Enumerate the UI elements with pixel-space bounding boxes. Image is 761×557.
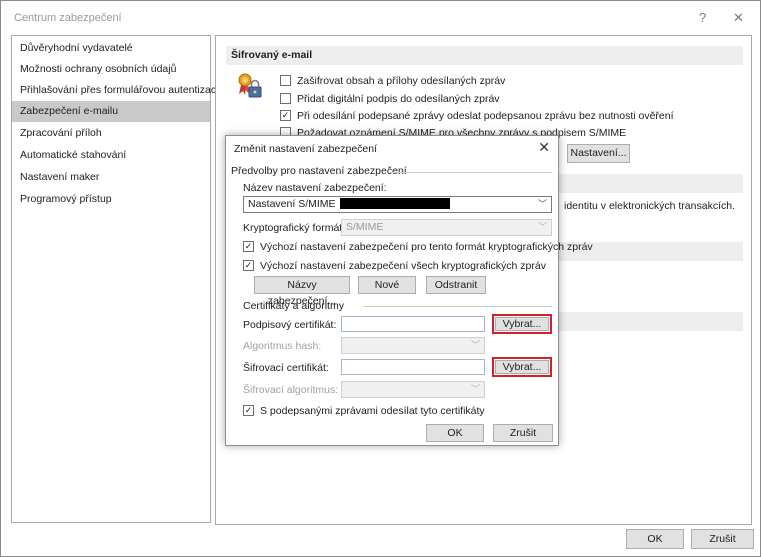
option-label: Zašifrovat obsah a přílohy odesílaných z… xyxy=(297,75,506,88)
encrypt-contents-checkbox[interactable] xyxy=(280,74,291,86)
signing-cert-field[interactable] xyxy=(341,316,485,332)
chevron-down-icon: ﹀ xyxy=(470,340,480,350)
sidebar-item-label: Zabezpečení e-mailu xyxy=(20,105,119,117)
encryption-algo-select: ﹀ xyxy=(341,381,485,398)
dialog-ok-button[interactable]: OK xyxy=(426,424,484,442)
dialog-close-icon[interactable]: ✕ xyxy=(538,139,550,156)
security-labels-button[interactable]: Názvy zabezpečení... xyxy=(254,276,350,307)
sidebar-item-email-security[interactable]: Zabezpečení e-mailu xyxy=(12,101,210,122)
sidebar-item-label: Zpracování příloh xyxy=(20,127,102,139)
chevron-down-icon: ﹀ xyxy=(537,222,547,232)
chevron-down-icon: ﹀ xyxy=(537,199,547,209)
chevron-down-icon: ﹀ xyxy=(470,384,480,394)
option-encrypt-contents[interactable]: Zašifrovat obsah a přílohy odesílaných z… xyxy=(280,74,505,88)
sidebar-item-attachment-handling[interactable]: Zpracování příloh xyxy=(12,123,210,144)
settings-button[interactable]: Nastavení... xyxy=(567,144,630,163)
sidebar-item-label: Nastavení maker xyxy=(20,171,100,183)
sidebar-item-label: Možnosti ochrany osobních údajů xyxy=(20,63,177,75)
option-label: Při odesílání podepsané zprávy odeslat p… xyxy=(297,110,674,123)
sidebar-item-privacy-options[interactable]: Možnosti ochrany osobních údajů xyxy=(12,59,210,80)
hash-algo-select: ﹀ xyxy=(341,337,485,354)
choose-encryption-cert-button[interactable]: Vybrat... xyxy=(495,360,549,374)
encryption-cert-field[interactable] xyxy=(341,359,485,375)
signing-cert-label: Podpisový certifikát: xyxy=(243,319,337,331)
certificate-lock-icon xyxy=(238,73,262,98)
option-add-signature[interactable]: Přidat digitální podpis do odesílaných z… xyxy=(280,92,500,106)
option-label: S podepsanými zprávami odesílat tyto cer… xyxy=(260,405,485,418)
group-divider xyxy=(364,306,552,307)
settings-name-label: Název nastavení zabezpečení: xyxy=(243,182,387,194)
option-label: Výchozí nastavení zabezpečení pro tento … xyxy=(260,241,593,254)
sidebar-item-trusted-publishers[interactable]: Důvěryhodní vydavatelé xyxy=(12,38,210,59)
category-sidebar: Důvěryhodní vydavatelé Možnosti ochrany … xyxy=(11,35,218,523)
option-send-clear-signed[interactable]: ✓ Při odesílání podepsané zprávy odeslat … xyxy=(280,109,674,123)
redacted-text-bar xyxy=(339,197,450,209)
delete-button[interactable]: Odstranit xyxy=(426,276,486,294)
encryption-algo-label: Šifrovací algoritmus: xyxy=(243,384,339,396)
certs-group-label: Certifikáty a algoritmy xyxy=(243,300,344,312)
choose-signing-cert-button[interactable]: Vybrat... xyxy=(495,317,549,331)
crypto-format-select: S/MIME ﹀ xyxy=(341,219,552,236)
default-format-option[interactable]: ✓ Výchozí nastavení zabezpečení pro tento… xyxy=(243,240,593,254)
change-security-settings-dialog: Změnit nastavení zabezpečení ✕ Předvolby… xyxy=(225,135,593,446)
close-icon[interactable]: ✕ xyxy=(733,10,744,26)
default-all-option[interactable]: ✓ Výchozí nastavení zabezpečení všech kry… xyxy=(243,259,546,273)
sidebar-item-label: Důvěryhodní vydavatelé xyxy=(20,42,133,54)
sidebar-item-macro-settings[interactable]: Nastavení maker xyxy=(12,167,210,188)
digital-id-description: identitu v elektronických transakcích. xyxy=(564,200,735,212)
help-icon[interactable]: ? xyxy=(699,10,706,25)
send-certs-option[interactable]: ✓ S podepsanými zprávami odesílat tyto ce… xyxy=(243,404,485,418)
sidebar-item-label: Automatické stahování xyxy=(20,149,127,161)
encryption-cert-label: Šifrovací certifikát: xyxy=(243,362,329,374)
crypto-format-label: Kryptografický formát: xyxy=(243,222,346,234)
dialog-title: Změnit nastavení zabezpečení xyxy=(234,143,378,155)
title-bar: Centrum zabezpečení ? ✕ xyxy=(1,1,760,35)
option-label: Výchozí nastavení zabezpečení všech kryp… xyxy=(260,260,546,273)
sidebar-item-label: Programový přístup xyxy=(20,193,112,205)
section-header-encrypted-email: Šifrovaný e-mail xyxy=(226,46,743,65)
sidebar-item-automatic-download[interactable]: Automatické stahování xyxy=(12,145,210,166)
send-certs-checkbox[interactable]: ✓ xyxy=(243,404,254,416)
presets-group-label: Předvolby pro nastavení zabezpečení xyxy=(231,165,407,177)
dialog-cancel-button[interactable]: Zrušit xyxy=(493,424,553,442)
default-format-checkbox[interactable]: ✓ xyxy=(243,240,254,252)
window-title: Centrum zabezpečení xyxy=(14,12,122,24)
ok-button[interactable]: OK xyxy=(626,529,684,549)
send-clear-signed-checkbox[interactable]: ✓ xyxy=(280,109,291,121)
default-all-checkbox[interactable]: ✓ xyxy=(243,259,254,271)
option-label: Přidat digitální podpis do odesílaných z… xyxy=(297,93,500,106)
crypto-format-value: S/MIME xyxy=(346,221,384,233)
hash-algo-label: Algoritmus hash: xyxy=(243,340,322,352)
sidebar-item-programmatic-access[interactable]: Programový přístup xyxy=(12,189,210,210)
settings-name-value: Nastavení S/MIME xyxy=(248,198,336,210)
new-button[interactable]: Nové xyxy=(358,276,416,294)
settings-name-select[interactable]: Nastavení S/MIME ﹀ xyxy=(243,196,552,213)
group-divider xyxy=(391,172,552,173)
cancel-button[interactable]: Zrušit xyxy=(691,529,754,549)
sidebar-item-form-auth[interactable]: Přihlašování přes formulářovou autentiza… xyxy=(12,80,218,101)
add-signature-checkbox[interactable] xyxy=(280,92,291,104)
sidebar-item-label: Přihlašování přes formulářovou autentiza… xyxy=(20,84,219,96)
